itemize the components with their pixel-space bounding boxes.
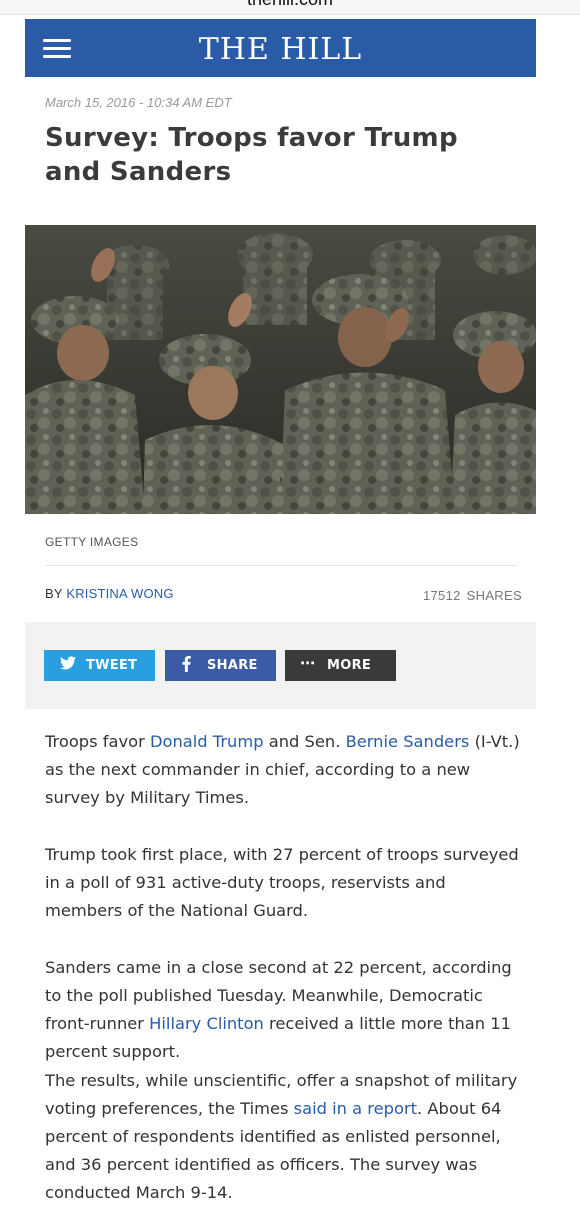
link-bernie-sanders[interactable]: Bernie Sanders xyxy=(346,732,470,751)
headline-line-1: Survey: Troops favor Trump xyxy=(45,123,458,153)
author-link[interactable]: KRISTINA WONG xyxy=(66,586,173,601)
site-logo[interactable]: THE HILL xyxy=(25,32,536,67)
facebook-share-button[interactable]: SHARE xyxy=(165,650,276,681)
share-count-number: 17512 xyxy=(423,588,461,603)
article-paragraph-1: Troops favor Donald Trump and Sen. Berni… xyxy=(45,728,523,812)
link-hillary-clinton[interactable]: Hillary Clinton xyxy=(149,1014,264,1033)
article-headline: Survey: Troops favor Trump and Sanders xyxy=(45,121,525,189)
share-toolbar: TWEET SHARE ⋯ MORE xyxy=(25,622,536,709)
share-count: 17512 SHARES xyxy=(423,588,522,603)
ellipsis-icon: ⋯ xyxy=(300,654,316,672)
paragraph-text: and Sen. xyxy=(263,732,346,751)
more-label: MORE xyxy=(327,658,372,673)
byline-prefix: BY xyxy=(45,586,63,601)
article-byline: BY KRISTINA WONG xyxy=(45,586,174,601)
paragraph-text: Troops favor xyxy=(45,732,150,751)
headline-line-2: and Sanders xyxy=(45,157,232,187)
article-dateline: March 15, 2016 - 10:34 AM EDT xyxy=(45,95,232,110)
browser-url-bar[interactable]: thehill.com xyxy=(0,0,580,15)
twitter-bird-icon xyxy=(60,656,76,674)
link-donald-trump[interactable]: Donald Trump xyxy=(150,732,264,751)
image-credit: GETTY IMAGES xyxy=(45,535,139,549)
tweet-label: TWEET xyxy=(86,658,138,673)
article-paragraph-2: Trump took first place, with 27 percent … xyxy=(45,845,519,920)
article-hero-image xyxy=(25,225,536,514)
article-paragraph-3: Sanders came in a close second at 22 per… xyxy=(45,954,523,1066)
tweet-button[interactable]: TWEET xyxy=(44,650,155,681)
more-button[interactable]: ⋯ MORE xyxy=(285,650,396,681)
link-said-in-a-report[interactable]: said in a report xyxy=(294,1099,417,1118)
divider xyxy=(45,565,517,566)
site-header: THE HILL xyxy=(25,19,536,77)
facebook-icon xyxy=(182,656,191,676)
article-paragraph-4: The results, while unscientific, offer a… xyxy=(45,1067,523,1207)
url-text: thehill.com xyxy=(0,0,580,10)
share-label: SHARE xyxy=(207,658,258,673)
share-count-label: SHARES xyxy=(466,588,522,603)
